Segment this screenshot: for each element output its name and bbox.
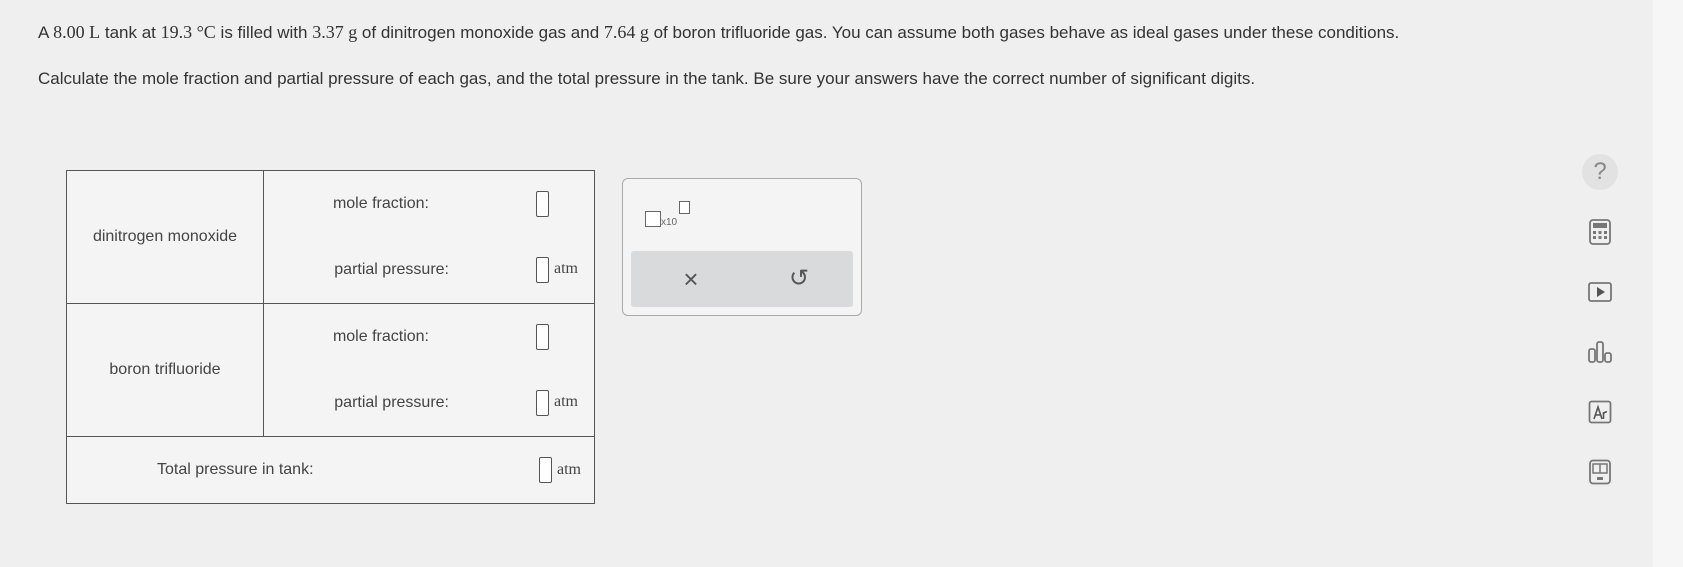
x10-label: x10 (661, 217, 678, 228)
text: of boron trifluoride gas. You can assume… (648, 23, 1400, 42)
table-row: dinitrogen monoxide mole fraction: parti… (66, 170, 595, 304)
clear-button[interactable]: × (671, 261, 711, 297)
total-pressure-input[interactable] (539, 457, 552, 483)
video-icon (1588, 282, 1612, 302)
gas-name: dinitrogen monoxide (66, 170, 264, 304)
data-icon (1589, 459, 1611, 485)
exponent-box-icon (679, 201, 690, 214)
data-button[interactable] (1578, 450, 1622, 494)
mass1-value: 3.37 g (312, 22, 358, 42)
gas-name: boron trifluoride (66, 303, 264, 437)
mole-fraction-input[interactable] (536, 191, 549, 217)
right-margin (1653, 0, 1683, 567)
answer-keypad: x10 × ↺ (622, 178, 862, 316)
scientific-notation-button[interactable]: x10 (645, 201, 695, 231)
unit-label: atm (557, 461, 581, 478)
problem-paragraph-2: Calculate the mole fraction and partial … (38, 69, 1256, 88)
unit-label: atm (554, 260, 578, 277)
partial-pressure-row: partial pressure: atm (264, 370, 594, 436)
problem-paragraph-1: A 8.00 L tank at 19.3 °C is filled with … (38, 22, 1538, 43)
calculator-button[interactable] (1578, 210, 1622, 254)
undo-button[interactable]: ↺ (779, 261, 819, 297)
fields-cell: mole fraction: partial pressure: atm (263, 170, 595, 304)
text: of dinitrogen monoxide gas and (357, 23, 604, 42)
fields-cell: mole fraction: partial pressure: atm (263, 303, 595, 437)
unit-label: atm (554, 393, 578, 410)
keypad-action-row: × ↺ (631, 251, 853, 307)
total-pressure-cell: Total pressure in tank: atm (66, 436, 595, 504)
answer-table: dinitrogen monoxide mole fraction: parti… (66, 170, 595, 504)
mole-fraction-input[interactable] (536, 324, 549, 350)
problem-statement: A 8.00 L tank at 19.3 °C is filled with … (38, 22, 1538, 115)
mole-fraction-label: mole fraction: (332, 328, 429, 345)
table-row: Total pressure in tank: atm (66, 436, 595, 504)
temperature-value: 19.3 °C (160, 22, 216, 42)
partial-pressure-label: partial pressure: (334, 261, 449, 278)
volume-value: 8.00 L (53, 22, 101, 42)
periodic-table-icon (1588, 400, 1612, 424)
help-button[interactable]: ? (1578, 150, 1622, 194)
text: tank at (100, 23, 161, 42)
text: is filled with (215, 23, 313, 42)
mole-fraction-label: mole fraction: (332, 195, 429, 212)
video-button[interactable] (1578, 270, 1622, 314)
periodic-table-button[interactable] (1578, 390, 1622, 434)
table-row: boron trifluoride mole fraction: partial… (66, 303, 595, 437)
mole-fraction-row: mole fraction: (264, 171, 594, 237)
mass2-value: 7.64 g (603, 22, 649, 42)
chart-icon (1588, 341, 1612, 363)
help-icon: ? (1582, 154, 1618, 190)
partial-pressure-input[interactable] (536, 390, 549, 416)
partial-pressure-label: partial pressure: (334, 394, 449, 411)
partial-pressure-row: partial pressure: atm (264, 237, 594, 303)
mole-fraction-row: mole fraction: (264, 304, 594, 370)
mantissa-box-icon (645, 211, 661, 227)
calculator-icon (1589, 219, 1611, 245)
text: A (38, 23, 54, 42)
partial-pressure-input[interactable] (536, 257, 549, 283)
total-pressure-label: Total pressure in tank: (157, 461, 314, 478)
chart-button[interactable] (1578, 330, 1622, 374)
